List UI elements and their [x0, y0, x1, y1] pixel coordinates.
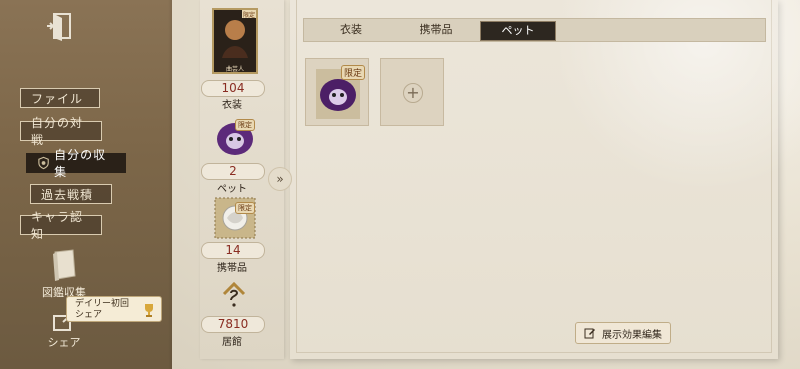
- nav-character-awareness[interactable]: キャラ認知: [20, 210, 102, 241]
- nav-my-collection[interactable]: 自分の収集: [26, 148, 126, 179]
- shield-icon: [38, 156, 49, 170]
- accessory-card[interactable]: 限定: [212, 196, 258, 240]
- left-panel: ファイル 自分の対戦 自分の収集 過去戦積 キャラ認知 図鑑収集 シェア デイリ…: [0, 0, 182, 369]
- pet-slot-empty[interactable]: +: [380, 58, 444, 126]
- accessory-label: 携帯品: [217, 263, 247, 274]
- nav-my-battles-label: 自分の対戦: [31, 116, 84, 147]
- nav-my-collection-label: 自分の収集: [54, 148, 107, 179]
- book-icon: [53, 249, 76, 281]
- costume-card-badge: 限定: [243, 12, 256, 19]
- daily-share-badge[interactable]: デイリー初回シェア: [66, 296, 162, 322]
- exit-icon[interactable]: [44, 10, 74, 42]
- pet-card[interactable]: 限定: [212, 113, 258, 161]
- trophy-icon: [145, 304, 153, 317]
- nav-character-awareness-label: キャラ認知: [31, 210, 84, 241]
- nav-past-records-label: 過去戦積: [41, 187, 94, 202]
- costume-count: 104: [201, 80, 265, 97]
- costume-label: 衣装: [222, 100, 242, 111]
- double-chevron-right-icon: »: [276, 172, 284, 186]
- plus-icon: +: [403, 83, 423, 103]
- tab-accessory[interactable]: 携帯品: [399, 21, 473, 39]
- costume-card[interactable]: 限定 曲芸人: [212, 8, 258, 74]
- residence-icon[interactable]: [220, 280, 248, 310]
- tab-bar: 衣装 携帯品 ペット: [303, 18, 766, 42]
- codex-button[interactable]: 図鑑収集: [38, 248, 90, 300]
- pet-label: ペット: [217, 184, 247, 195]
- nav-past-records[interactable]: 過去戦積: [30, 184, 112, 204]
- residence-label: 居館: [222, 337, 242, 348]
- pet-slot-filled[interactable]: 限定: [305, 58, 369, 126]
- edit-icon: [584, 328, 595, 339]
- expand-arrow-button[interactable]: »: [268, 167, 292, 191]
- tab-pet[interactable]: ペット: [480, 21, 556, 41]
- nav-file-label: ファイル: [31, 91, 84, 106]
- share-label: シェア: [47, 336, 81, 349]
- edit-display-effects-button[interactable]: 展示効果編集: [575, 322, 671, 344]
- collection-page: [290, 0, 778, 359]
- edit-button-label: 展示効果編集: [602, 329, 662, 341]
- nav-file[interactable]: ファイル: [20, 88, 100, 108]
- daily-share-text: デイリー初回シェア: [75, 299, 130, 320]
- nav-my-battles[interactable]: 自分の対戦: [20, 116, 102, 147]
- pet-slot-badge: 限定: [340, 65, 365, 80]
- pet-card-badge: 限定: [235, 119, 255, 131]
- costume-card-text: 曲芸人: [225, 66, 244, 73]
- pet-count: 2: [201, 163, 265, 180]
- accessory-count: 14: [201, 242, 265, 259]
- accessory-card-badge: 限定: [235, 202, 255, 214]
- residence-count: 7810: [201, 316, 265, 333]
- tab-costume[interactable]: 衣装: [314, 21, 388, 39]
